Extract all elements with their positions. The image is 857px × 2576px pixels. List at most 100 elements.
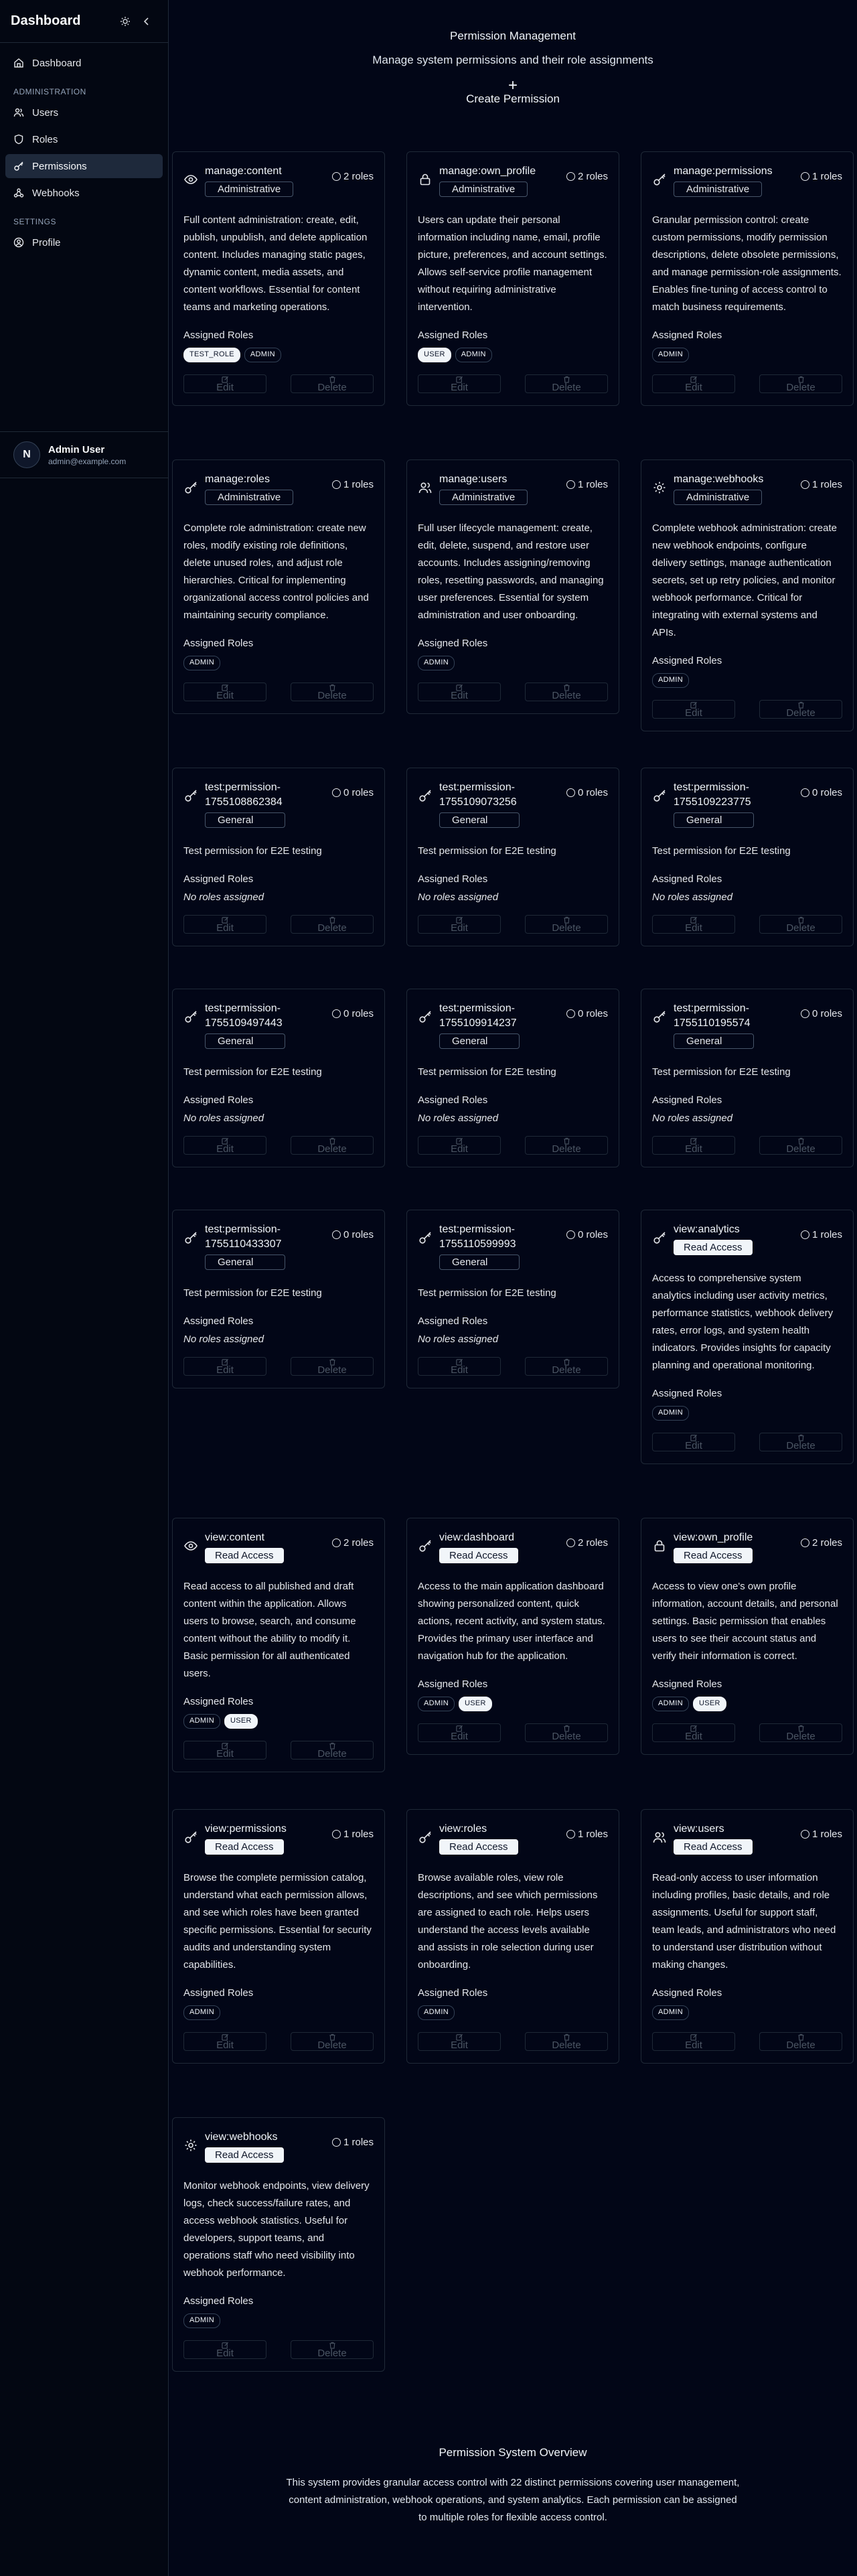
edit-button[interactable]: Edit	[418, 683, 501, 701]
key-icon	[652, 1009, 667, 1024]
edit-button[interactable]: Edit	[183, 1357, 266, 1376]
assigned-roles-label: Assigned Roles	[418, 1987, 488, 1999]
role-count: 0 roles	[800, 787, 842, 798]
edit-button[interactable]: Edit	[183, 374, 266, 393]
role-count-label: 0 roles	[343, 787, 374, 798]
edit-button[interactable]: Edit	[652, 374, 735, 393]
no-roles-text: No roles assigned	[183, 1334, 264, 1345]
delete-label: Delete	[552, 2039, 581, 2051]
user-menu[interactable]: N Admin User admin@example.com	[0, 431, 169, 478]
permission-description: Complete webhook administration: create …	[652, 522, 837, 638]
delete-button[interactable]: Delete	[291, 1357, 374, 1376]
circle-icon	[800, 788, 809, 797]
delete-button[interactable]: Delete	[525, 374, 608, 393]
key-icon	[418, 1830, 433, 1845]
edit-button[interactable]: Edit	[418, 1136, 501, 1155]
sidebar-item-users[interactable]: Users	[5, 100, 163, 125]
create-permission-label: Create Permission	[466, 92, 560, 105]
delete-button[interactable]: Delete	[759, 1723, 842, 1742]
theme-toggle-button[interactable]	[114, 11, 136, 32]
sidebar-item-permissions[interactable]: Permissions	[5, 154, 163, 178]
delete-button[interactable]: Delete	[525, 683, 608, 701]
delete-button[interactable]: Delete	[759, 700, 842, 719]
delete-button[interactable]: Delete	[759, 1136, 842, 1155]
delete-button[interactable]: Delete	[291, 2032, 374, 2051]
permission-description: Full user lifecycle management: create, …	[418, 522, 604, 621]
delete-button[interactable]: Delete	[291, 1136, 374, 1155]
edit-button[interactable]: Edit	[183, 915, 266, 934]
edit-label: Edit	[216, 922, 234, 934]
delete-button[interactable]: Delete	[759, 2032, 842, 2051]
delete-button[interactable]: Delete	[759, 1433, 842, 1451]
circle-icon	[800, 480, 809, 489]
delete-button[interactable]: Delete	[525, 1136, 608, 1155]
edit-button[interactable]: Edit	[652, 1433, 735, 1451]
edit-button[interactable]: Edit	[183, 1741, 266, 1760]
sidebar-item-dashboard[interactable]: Dashboard	[5, 51, 163, 75]
delete-button[interactable]: Delete	[525, 915, 608, 934]
delete-button[interactable]: Delete	[291, 683, 374, 701]
permission-description: Test permission for E2E testing	[418, 1287, 556, 1299]
permission-card: test:permission-1755109223775 General 0 ro…	[641, 768, 854, 946]
assigned-roles-label: Assigned Roles	[652, 873, 722, 885]
edit-button[interactable]: Edit	[418, 915, 501, 934]
edit-label: Edit	[216, 1747, 234, 1760]
category-badge: General	[205, 1255, 285, 1270]
role-count-label: 0 roles	[343, 1008, 374, 1019]
edit-button[interactable]: Edit	[183, 1136, 266, 1155]
sidebar-item-profile[interactable]: Profile	[5, 230, 163, 255]
no-roles-text: No roles assigned	[183, 891, 264, 903]
edit-label: Edit	[685, 922, 702, 934]
role-tags: ADMIN	[652, 1406, 842, 1421]
edit-button[interactable]: Edit	[418, 1357, 501, 1376]
create-permission-button[interactable]: + Create Permission	[466, 78, 560, 106]
delete-button[interactable]: Delete	[291, 1741, 374, 1760]
role-count: 1 roles	[800, 1829, 842, 1840]
role-badge: ADMIN	[652, 1406, 689, 1421]
delete-button[interactable]: Delete	[759, 374, 842, 393]
role-tags: USER ADMIN	[418, 348, 608, 362]
permission-card: view:roles Read Access 1 roles Browse avail…	[406, 1809, 619, 2064]
edit-button[interactable]: Edit	[183, 2340, 266, 2359]
permission-card: manage:webhooks Administrative 1 roles Comp…	[641, 459, 854, 731]
edit-button[interactable]: Edit	[183, 683, 266, 701]
assigned-roles-label: Assigned Roles	[183, 1987, 254, 1999]
role-tags: ADMIN USER	[183, 1714, 374, 1729]
category-badge: Read Access	[205, 1839, 284, 1855]
edit-button[interactable]: Edit	[418, 1723, 501, 1742]
edit-button[interactable]: Edit	[418, 374, 501, 393]
no-roles-text: No roles assigned	[652, 891, 733, 903]
edit-label: Edit	[216, 1143, 234, 1155]
delete-button[interactable]: Delete	[291, 374, 374, 393]
collapse-sidebar-button[interactable]	[136, 11, 157, 32]
delete-label: Delete	[317, 2347, 347, 2359]
delete-button[interactable]: Delete	[525, 1723, 608, 1742]
edit-button[interactable]: Edit	[652, 2032, 735, 2051]
key-icon	[183, 1230, 198, 1245]
circle-icon	[800, 1830, 809, 1839]
sidebar-item-webhooks[interactable]: Webhooks	[5, 181, 163, 205]
delete-button[interactable]: Delete	[525, 2032, 608, 2051]
permission-card: view:dashboard Read Access 2 roles Access t…	[406, 1518, 619, 1755]
delete-label: Delete	[552, 381, 581, 393]
role-count: 1 roles	[800, 171, 842, 182]
delete-label: Delete	[786, 922, 815, 934]
delete-label: Delete	[552, 1730, 581, 1742]
delete-button[interactable]: Delete	[291, 915, 374, 934]
permission-description: Browse the complete permission catalog, …	[183, 1872, 372, 1971]
edit-button[interactable]: Edit	[652, 1723, 735, 1742]
key-icon	[14, 161, 23, 171]
delete-button[interactable]: Delete	[525, 1357, 608, 1376]
delete-button[interactable]: Delete	[759, 915, 842, 934]
delete-button[interactable]: Delete	[291, 2340, 374, 2359]
sidebar-item-roles[interactable]: Roles	[5, 127, 163, 151]
assigned-roles-label: Assigned Roles	[418, 638, 488, 649]
edit-button[interactable]: Edit	[652, 700, 735, 719]
page-subtitle: Manage system permissions and their role…	[372, 54, 653, 66]
edit-button[interactable]: Edit	[652, 915, 735, 934]
edit-label: Edit	[216, 689, 234, 701]
edit-button[interactable]: Edit	[652, 1136, 735, 1155]
edit-button[interactable]: Edit	[418, 2032, 501, 2051]
edit-button[interactable]: Edit	[183, 2032, 266, 2051]
key-icon	[183, 1009, 198, 1024]
